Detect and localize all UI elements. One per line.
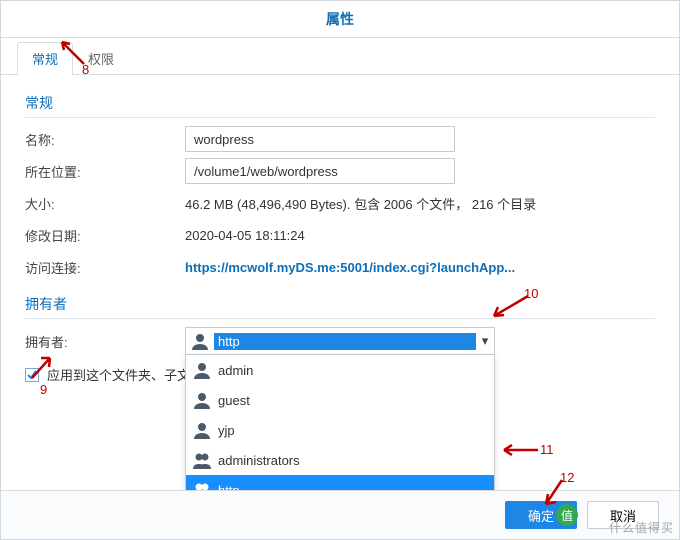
user-icon	[190, 332, 210, 350]
dialog-footer: 确定值 取消	[1, 490, 679, 539]
mtime-label: 修改日期:	[25, 226, 185, 245]
user-icon	[192, 421, 212, 439]
owner-option[interactable]: admin	[186, 355, 494, 385]
chevron-down-icon[interactable]: ▾	[476, 333, 494, 349]
section-owner-title: 拥有者	[25, 294, 655, 314]
owner-combobox[interactable]: http ▾ admin guest yjp administrators ht…	[185, 327, 495, 355]
watermark: 什么值得买	[609, 519, 674, 536]
owner-option[interactable]: guest	[186, 385, 494, 415]
mtime-value: 2020-04-05 18:11:24	[185, 228, 655, 243]
owner-label: 拥有者:	[25, 332, 185, 351]
name-input[interactable]	[185, 126, 455, 152]
properties-dialog: 属性 常规 权限 常规 名称: 所在位置: 大小: 46.2 MB (48,49…	[0, 0, 680, 540]
location-input[interactable]	[185, 158, 455, 184]
content-area: 常规 名称: 所在位置: 大小: 46.2 MB (48,496,490 Byt…	[1, 75, 679, 490]
user-icon	[192, 391, 212, 409]
tab-general[interactable]: 常规	[17, 42, 73, 75]
owner-option[interactable]: yjp	[186, 415, 494, 445]
dialog-title: 属性	[1, 1, 679, 37]
location-label: 所在位置:	[25, 162, 185, 181]
value-badge-icon: 值	[556, 504, 578, 526]
access-label: 访问连接:	[25, 258, 185, 277]
section-general-title: 常规	[25, 93, 655, 113]
tab-bar: 常规 权限	[1, 38, 679, 75]
ok-button[interactable]: 确定值	[505, 501, 577, 529]
owner-option[interactable]: administrators	[186, 445, 494, 475]
tab-permission[interactable]: 权限	[73, 42, 129, 74]
size-label: 大小:	[25, 194, 185, 213]
apply-children-checkbox[interactable]	[25, 368, 39, 382]
owner-option-selected[interactable]: http	[186, 475, 494, 490]
user-icon	[192, 361, 212, 379]
group-icon	[192, 481, 212, 490]
size-value: 46.2 MB (48,496,490 Bytes). 包含 2006 个文件，…	[185, 194, 655, 213]
owner-selected: http	[214, 333, 476, 350]
access-link[interactable]: https://mcwolf.myDS.me:5001/index.cgi?la…	[185, 260, 655, 275]
group-icon	[192, 451, 212, 469]
name-label: 名称:	[25, 130, 185, 149]
owner-dropdown: admin guest yjp administrators http user…	[185, 355, 495, 490]
